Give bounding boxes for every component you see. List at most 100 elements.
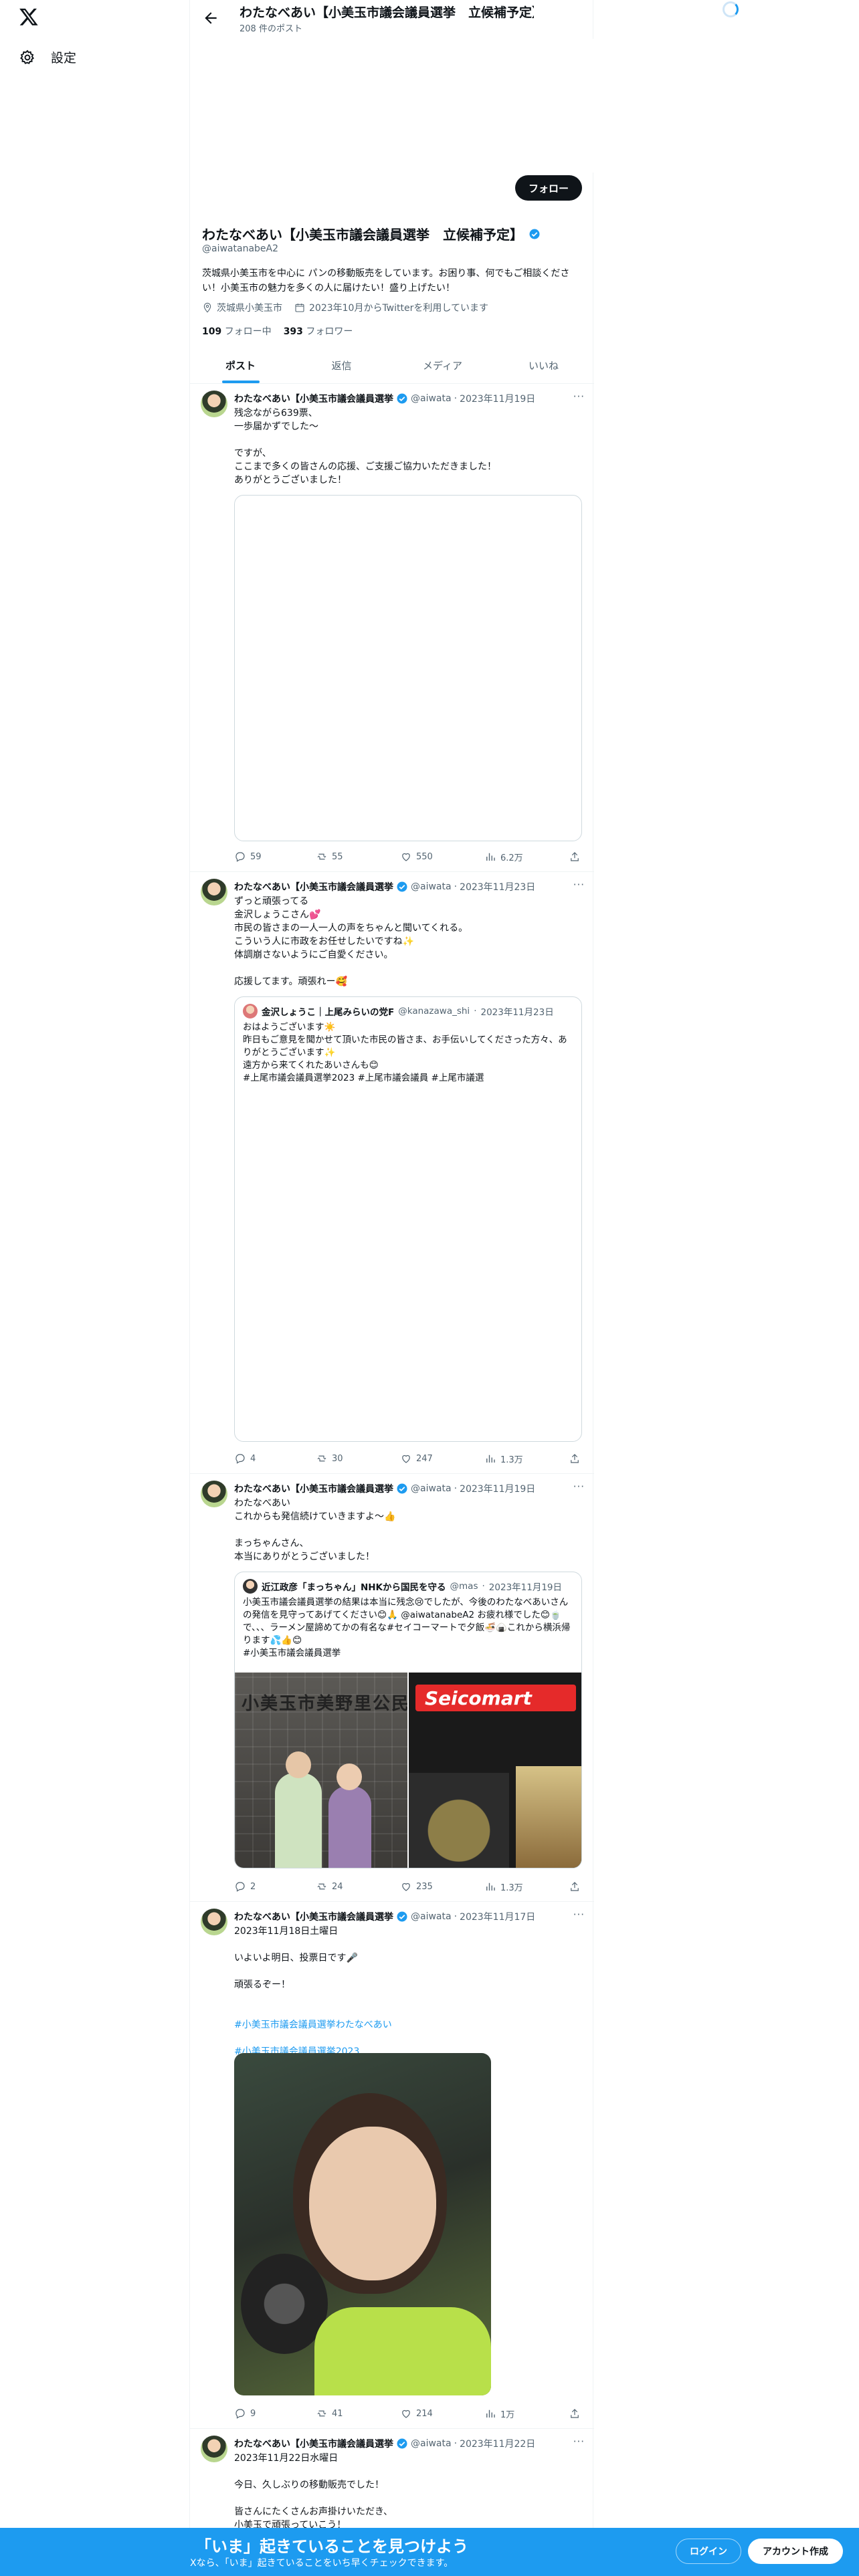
tweet-header: わたなべあい【小美玉市議会議員選挙 @aiwata · 2023年11月23日	[234, 880, 582, 893]
followers-link[interactable]: 393 フォロワー	[284, 324, 353, 338]
quote-photo-sign[interactable]: 小美玉市美野里公民	[235, 1673, 407, 1868]
tweet[interactable]: わたなべあい【小美玉市議会議員選挙 @aiwata · 2023年11月19日 …	[190, 384, 594, 872]
quote-header: 金沢しょうこ｜上尾みらいの党F @kanazawa_shi · 2023年11月…	[243, 1004, 554, 1018]
tweet-media[interactable]	[234, 495, 582, 841]
quote-text: おはようございます☀️ 昨日もご意見を聞かせて頂いた市民の皆さま、お手伝いしてく…	[243, 1022, 567, 1083]
tweet-actions: 2 24 235 1.3万	[234, 1879, 589, 1894]
sign-text: 小美玉市美野里公民	[242, 1694, 407, 1714]
tweet-author-name[interactable]: わたなべあい【小美玉市議会議員選挙	[234, 880, 393, 893]
tweet-author-name[interactable]: わたなべあい【小美玉市議会議員選挙	[234, 392, 393, 405]
tweet-handle[interactable]: @aiwata	[411, 2438, 452, 2449]
share-button[interactable]	[569, 849, 581, 864]
like-button[interactable]: 550	[400, 849, 484, 864]
like-button[interactable]: 247	[400, 1451, 484, 1466]
more-icon[interactable]: ···	[573, 879, 585, 891]
verified-badge-icon	[397, 1483, 407, 1494]
following-link[interactable]: 109 フォロー中	[202, 324, 272, 338]
tab-replies[interactable]: 返信	[291, 348, 392, 383]
signup-button[interactable]: アカウント作成	[748, 2539, 843, 2564]
views-chart-icon	[486, 1883, 495, 1891]
header-title: わたなべあい【小美玉市議会議員選挙 立候補予定】	[240, 3, 534, 21]
reply-button[interactable]: 59	[234, 849, 316, 864]
tweet-date[interactable]: 2023年11月23日	[460, 880, 535, 893]
share-button[interactable]	[569, 2406, 581, 2421]
tweet-date[interactable]: 2023年11月17日	[460, 1910, 535, 1923]
like-button[interactable]: 235	[400, 1879, 484, 1894]
tweet[interactable]: わたなべあい【小美玉市議会議員選挙 @aiwata · 2023年11月17日 …	[190, 1902, 594, 2429]
quote-date: 2023年11月19日	[488, 1582, 563, 1593]
separator-dot: ·	[454, 393, 458, 404]
more-icon[interactable]: ···	[573, 1909, 585, 1921]
tweet-handle[interactable]: @aiwata	[411, 1483, 452, 1494]
avatar[interactable]	[201, 879, 227, 905]
tab-media[interactable]: メディア	[392, 348, 493, 383]
more-icon[interactable]: ···	[573, 391, 585, 403]
tweet-author-name[interactable]: わたなべあい【小美玉市議会議員選挙	[234, 1482, 393, 1495]
tweet-handle[interactable]: @aiwata	[411, 393, 452, 404]
more-icon[interactable]: ···	[573, 1481, 585, 1493]
tweet-text: 残念ながら639票、 一歩届かずでした〜 ですが、 ここまで多くの皆さんの応援、…	[234, 408, 496, 486]
views-button[interactable]: 1.3万	[484, 1879, 569, 1894]
tab-likes[interactable]: いいね	[493, 348, 594, 383]
share-icon	[571, 2409, 579, 2418]
repost-button[interactable]: 30	[316, 1451, 400, 1466]
repost-button[interactable]: 24	[316, 1879, 400, 1894]
repost-button[interactable]: 55	[316, 849, 400, 864]
signup-banner: 「いま」起きていることを見つけよう Xなら、「いま」起きていることをいち早くチェ…	[0, 2528, 859, 2576]
tweet-handle[interactable]: @aiwata	[411, 1911, 452, 1922]
hashtag-link[interactable]: #小美玉市議会議員選挙わたなべあい	[234, 2018, 582, 2032]
profile-stats: 109 フォロー中 393 フォロワー	[202, 324, 353, 338]
tweet-photo-selfie[interactable]	[234, 2053, 491, 2395]
profile-column: わたなべあい【小美玉市議会議員選挙 立候補予定】 208 件のポスト フォロー …	[189, 0, 594, 2576]
food-photo	[516, 1766, 581, 1868]
tweet-author-name[interactable]: わたなべあい【小美玉市議会議員選挙	[234, 2437, 393, 2450]
tweet-date[interactable]: 2023年11月19日	[460, 392, 535, 405]
quote-photo-store[interactable]: Seicomart	[409, 1673, 581, 1868]
share-button[interactable]	[569, 1879, 581, 1894]
person-figure	[275, 1773, 322, 1868]
share-icon	[571, 1882, 579, 1891]
tweet[interactable]: わたなべあい【小美玉市議会議員選挙 @aiwata · 2023年11月19日 …	[190, 1474, 594, 1902]
avatar[interactable]	[201, 2436, 227, 2462]
tweet[interactable]: わたなべあい【小美玉市議会議員選挙 @aiwata · 2023年11月23日 …	[190, 872, 594, 1474]
quote-tweet[interactable]: 近江政彦「まっちゃん」NHKから国民を守る @mas · 2023年11月19日…	[234, 1572, 582, 1868]
tweet-handle[interactable]: @aiwata	[411, 881, 452, 892]
gear-icon	[20, 49, 35, 64]
avatar[interactable]	[201, 1481, 227, 1507]
tweet-date[interactable]: 2023年11月22日	[460, 2437, 535, 2450]
avatar[interactable]	[201, 1909, 227, 1935]
repost-button[interactable]: 41	[316, 2406, 400, 2421]
settings-label: 設定	[51, 51, 77, 66]
views-button[interactable]: 1.3万	[484, 1451, 569, 1466]
tweet-author-name[interactable]: わたなべあい【小美玉市議会議員選挙	[234, 1910, 393, 1923]
login-button[interactable]: ログイン	[676, 2539, 741, 2564]
quote-header: 近江政彦「まっちゃん」NHKから国民を守る @mas · 2023年11月19日	[243, 1579, 562, 1594]
reply-button[interactable]: 2	[234, 1879, 316, 1894]
views-chart-icon	[486, 853, 495, 861]
views-chart-icon	[486, 2409, 495, 2418]
quote-avatar	[243, 1579, 258, 1594]
like-button[interactable]: 214	[400, 2406, 484, 2421]
reply-button[interactable]: 9	[234, 2406, 316, 2421]
tweet-date[interactable]: 2023年11月19日	[460, 1482, 535, 1495]
x-logo-icon[interactable]	[19, 7, 39, 27]
tab-posts[interactable]: ポスト	[190, 348, 291, 383]
jacket-shape	[314, 2307, 491, 2395]
profile-name: わたなべあい【小美玉市議会議員選挙 立候補予定】	[202, 224, 541, 243]
back-arrow-icon[interactable]	[202, 9, 219, 27]
tweet-actions: 4 30 247 1.3万	[234, 1451, 589, 1466]
share-button[interactable]	[569, 1451, 581, 1466]
tweet-text: ずっと頑張ってる 金沢しょうこさん💕 市民の皆さまの一人一人の声をちゃんと聞いて…	[234, 896, 468, 987]
quote-date: 2023年11月23日	[480, 1007, 554, 1018]
profile-header: わたなべあい【小美玉市議会議員選挙 立候補予定】 208 件のポスト	[190, 0, 594, 39]
nav-settings[interactable]: 設定	[19, 48, 76, 66]
avatar[interactable]	[201, 391, 227, 417]
follow-button[interactable]: フォロー	[514, 175, 582, 201]
more-icon[interactable]: ···	[573, 2436, 585, 2448]
views-button[interactable]: 6.2万	[484, 849, 569, 864]
quote-tweet[interactable]: 金沢しょうこ｜上尾みらいの党F @kanazawa_shi · 2023年11月…	[234, 996, 582, 1442]
calendar-icon	[295, 304, 304, 312]
views-button[interactable]: 1万	[484, 2406, 569, 2421]
reply-button[interactable]: 4	[234, 1451, 316, 1466]
repost-icon	[317, 2410, 326, 2417]
